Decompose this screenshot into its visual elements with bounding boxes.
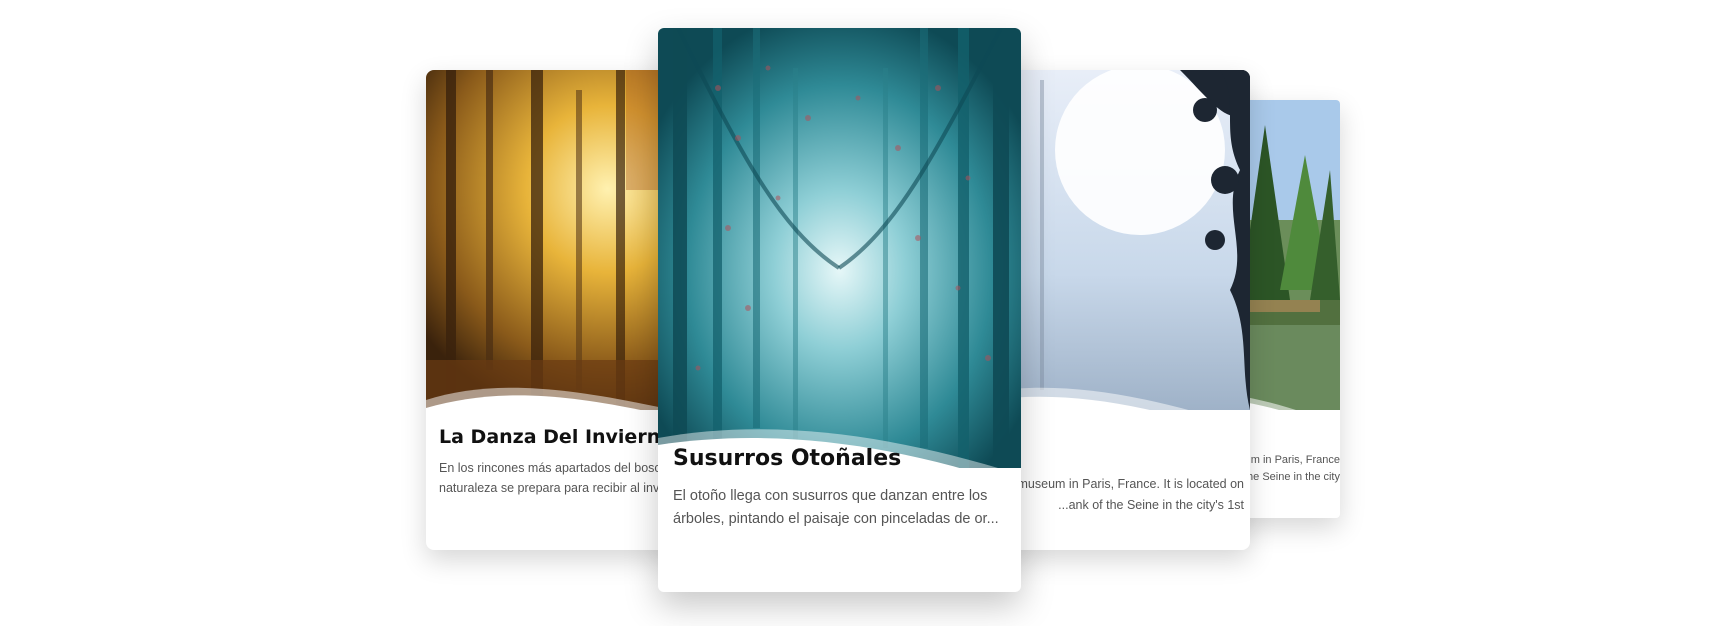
card-carousel: um in Paris, France. the Seine in the ci… <box>0 0 1710 626</box>
card-text: El otoño llega con susurros que danzan e… <box>673 488 999 527</box>
card-body: Susurros Otoñales El otoño llega con sus… <box>658 446 1021 531</box>
card-image <box>658 28 1021 468</box>
card-title: Susurros Otoñales <box>673 446 902 471</box>
card-susurros-otonales[interactable]: Susurros Otoñales El otoño llega con sus… <box>658 28 1021 592</box>
